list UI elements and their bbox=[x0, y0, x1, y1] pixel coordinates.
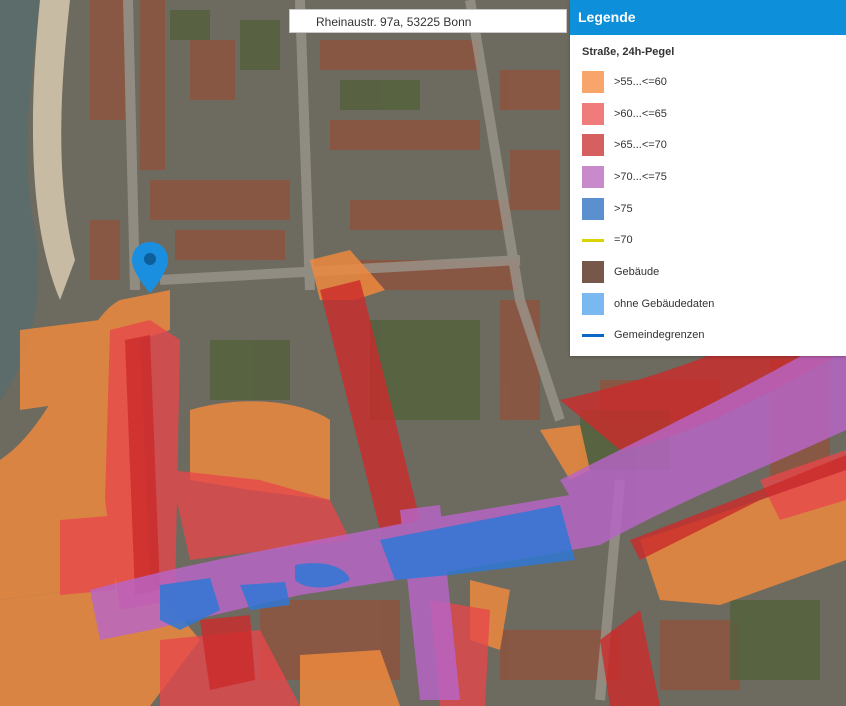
legend-swatch bbox=[582, 165, 604, 188]
legend-label: >70...<=75 bbox=[614, 170, 667, 183]
legend-subtitle: Straße, 24h-Pegel bbox=[582, 46, 675, 58]
legend-label: >55...<=60 bbox=[614, 75, 667, 88]
legend-label: ohne Gebäudedaten bbox=[614, 297, 715, 310]
legend-item: >65...<=70 bbox=[570, 129, 846, 161]
legend-title[interactable]: Legende bbox=[570, 0, 846, 35]
legend-item: >60...<=65 bbox=[570, 98, 846, 130]
address-search-input[interactable]: Rheinaustr. 97a, 53225 Bonn bbox=[289, 9, 567, 33]
legend-item: ohne Gebäudedaten bbox=[570, 288, 846, 320]
legend-swatch bbox=[582, 197, 604, 220]
address-value: Rheinaustr. 97a, 53225 Bonn bbox=[316, 15, 472, 29]
legend-label: >75 bbox=[614, 202, 633, 215]
legend-swatch bbox=[582, 229, 604, 251]
legend-list: >55...<=60 >60...<=65 >65...<=70 >70...<=75… bbox=[570, 66, 846, 351]
legend-swatch bbox=[582, 134, 604, 157]
legend-item: >75 bbox=[570, 193, 846, 225]
legend-label: Gebäude bbox=[614, 265, 660, 278]
legend-label: >65...<=70 bbox=[614, 139, 667, 152]
legend-swatch bbox=[582, 70, 604, 93]
legend-item: Gebäude bbox=[570, 256, 846, 288]
legend-swatch bbox=[582, 324, 604, 346]
legend-item: >55...<=60 bbox=[570, 66, 846, 98]
legend-label: Gemeindegrenzen bbox=[614, 329, 705, 342]
legend-item: Gemeindegrenzen bbox=[570, 320, 846, 352]
legend-swatch bbox=[582, 260, 604, 283]
legend-swatch bbox=[582, 292, 604, 315]
legend-swatch bbox=[582, 102, 604, 125]
legend-label: >60...<=65 bbox=[614, 107, 667, 120]
legend-item: >70...<=75 bbox=[570, 161, 846, 193]
legend-panel: Legende Straße, 24h-Pegel >55...<=60 >60.… bbox=[570, 0, 846, 356]
legend-item: =70 bbox=[570, 224, 846, 256]
legend-label: =70 bbox=[614, 234, 633, 247]
